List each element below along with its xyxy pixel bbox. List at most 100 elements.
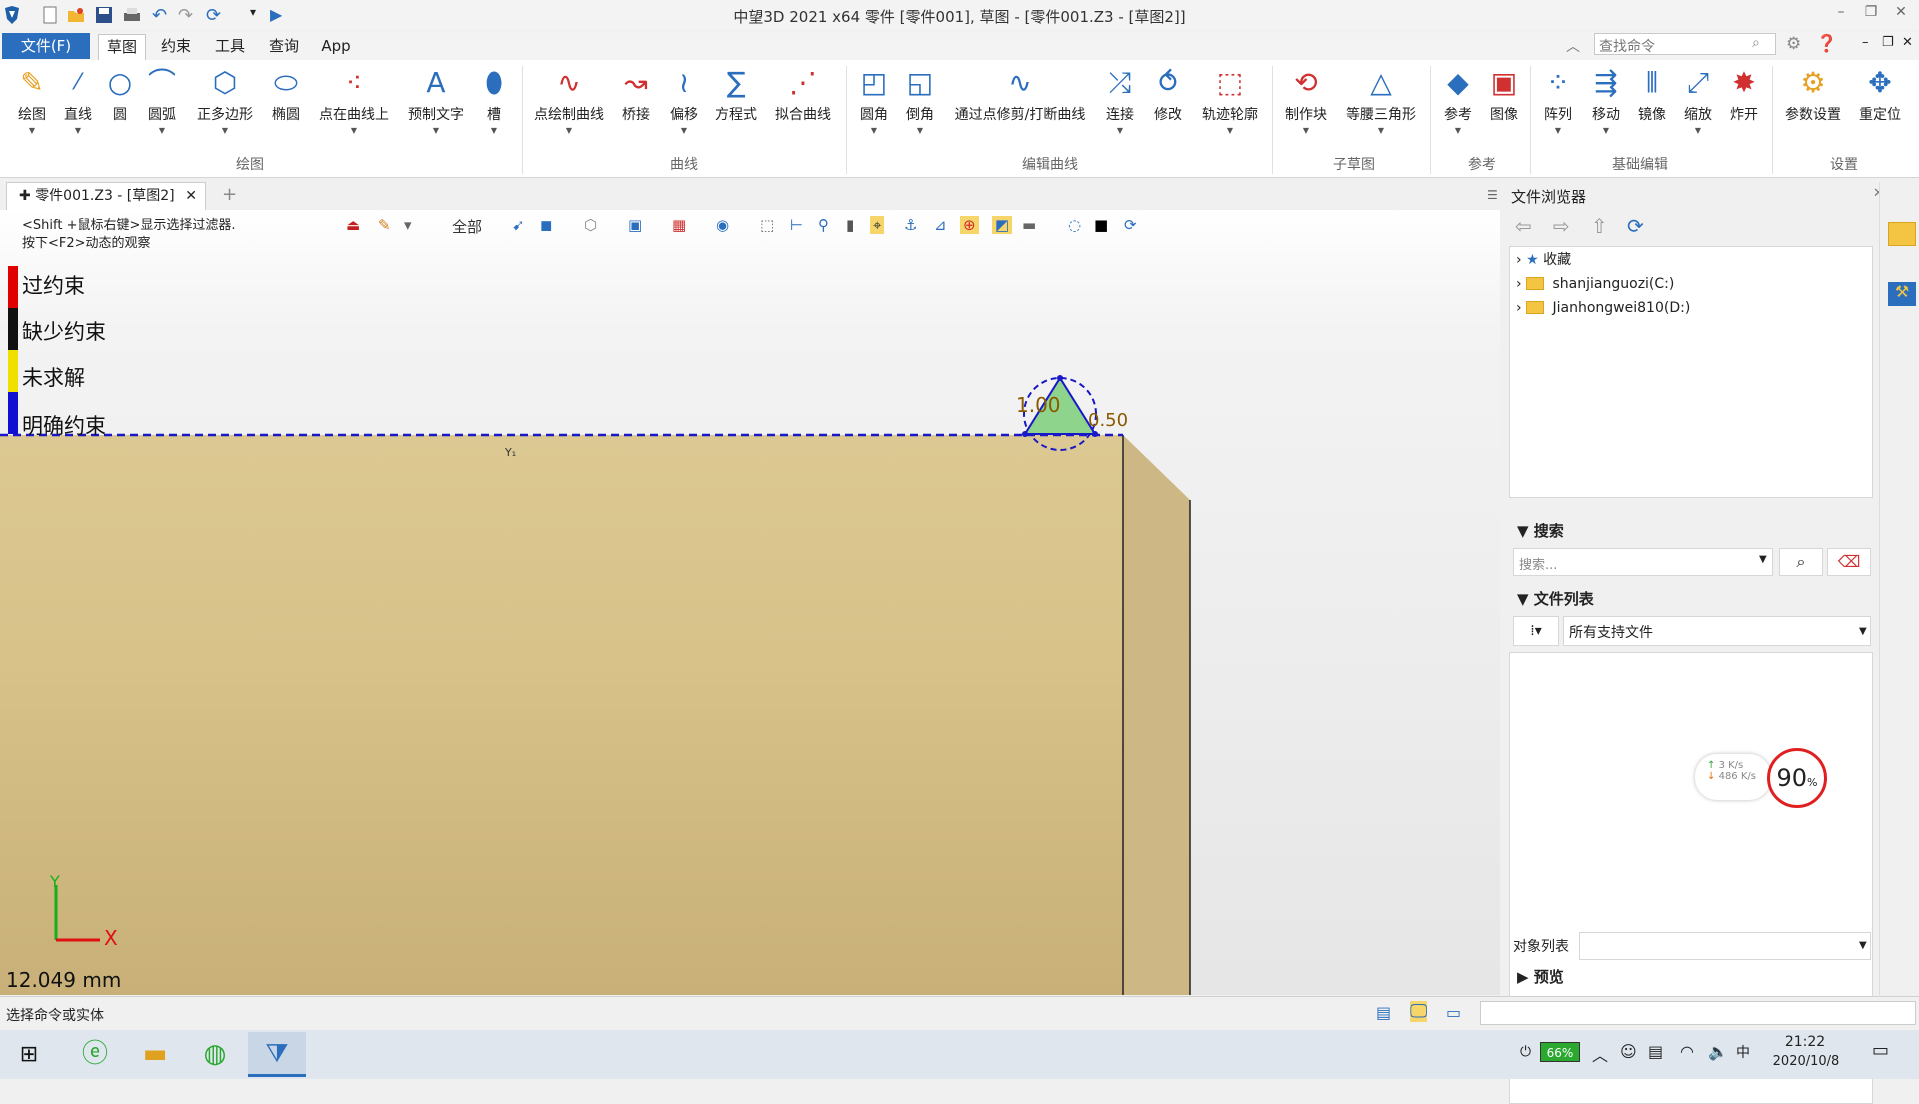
tab-tools[interactable]: 工具 (206, 34, 254, 60)
wifi-icon[interactable]: ◠ (1680, 1042, 1694, 1061)
chamfer-button[interactable]: ◱ 倒角 ▼ (898, 66, 942, 135)
fillet-button[interactable]: ◰ 圆角 ▼ (852, 66, 896, 135)
collapse-ribbon-icon[interactable]: ︿ (1566, 36, 1580, 56)
filter-dropdown-icon[interactable]: ▼ (1859, 626, 1867, 637)
minimize-button[interactable]: – (1830, 4, 1852, 24)
search-icon[interactable]: ⌕ (1779, 548, 1823, 576)
volume-icon[interactable]: 🔈 (1708, 1042, 1728, 1061)
up-icon[interactable]: ⇧ (1591, 214, 1608, 238)
tools-icon[interactable]: ⚒ (1888, 282, 1916, 306)
equation-button[interactable]: ∑ 方程式 (710, 66, 762, 124)
search-icon[interactable]: ⌕ (1752, 35, 1760, 51)
close-tab-icon[interactable]: ✕ (185, 183, 197, 209)
notification-icon[interactable]: ▭ (1872, 1040, 1889, 1061)
file-menu[interactable]: 文件(F) (2, 33, 90, 59)
window-icon[interactable]: ▭ (1446, 1003, 1461, 1022)
sketch-canvas[interactable]: Y₁ (0, 210, 1500, 995)
tree-item-drive-d[interactable]: › Jianhongwei810(D:) (1516, 297, 1690, 319)
slot-icon: ⬮ (485, 66, 503, 99)
folder-icon[interactable] (1888, 222, 1916, 246)
ribbon-close-button[interactable]: ✕ (1902, 35, 1913, 50)
join-button[interactable]: ⤮ 连接 ▼ (1098, 66, 1142, 135)
ribbon-minimize-button[interactable]: – (1862, 35, 1869, 50)
point-spline-button[interactable]: ∿ 点绘制曲线 ▼ (528, 66, 610, 135)
refresh-icon[interactable]: ⟳ (1627, 214, 1644, 238)
tab-query[interactable]: 查询 (260, 34, 308, 60)
preset-text-button[interactable]: A 预制文字 ▼ (400, 66, 472, 135)
file-type-filter-select[interactable]: 所有支持文件 (1563, 616, 1871, 646)
layout-icon[interactable]: ▤ (1376, 1003, 1391, 1022)
explode-button[interactable]: ✸ 炸开 (1722, 66, 1766, 124)
zw3d-taskbar-icon[interactable]: ⧩ (248, 1032, 306, 1077)
search-section-header[interactable]: ▼ 搜索 (1511, 518, 1873, 544)
clock-date[interactable]: 2020/10/8 (1764, 1054, 1848, 1069)
dimension-label-b[interactable]: 0.50 (1088, 410, 1128, 431)
command-search-input[interactable]: 查找命令 (1594, 33, 1776, 55)
trim-break-button[interactable]: ∿ 通过点修剪/打断曲线 (948, 66, 1092, 124)
gear-icon[interactable]: ⚙ (1786, 34, 1801, 54)
modify-button[interactable]: ⥀ 修改 (1146, 66, 1190, 124)
draw-button[interactable]: ✎ 绘图 ▼ (8, 66, 56, 135)
tree-item-favorites[interactable]: › ★ 收藏 (1516, 249, 1571, 271)
fit-curve-button[interactable]: ⋰ 拟合曲线 (768, 66, 838, 124)
ellipse-button[interactable]: ⬭ 椭圆 (264, 66, 308, 124)
help-icon[interactable]: ❓ (1816, 34, 1837, 54)
preview-section-header[interactable]: ▶ 预览 (1511, 964, 1873, 990)
expand-icon[interactable]: › (1516, 252, 1522, 268)
file-list-section-header[interactable]: ▼ 文件列表 (1511, 586, 1873, 612)
forward-icon[interactable]: ⇨ (1553, 214, 1570, 238)
move-button[interactable]: ⇶ 移动 ▼ (1584, 66, 1628, 135)
circle-button[interactable]: ○ 圆 (100, 66, 140, 124)
bridge-button[interactable]: ↝ 桥接 (614, 66, 658, 124)
expand-icon[interactable]: › (1516, 276, 1522, 292)
tree-item-drive-c[interactable]: › shanjianguozi(C:) (1516, 273, 1674, 295)
image-button[interactable]: ▣ 图像 (1482, 66, 1526, 124)
point-on-curve-button[interactable]: ⁖ 点在曲线上 ▼ (312, 66, 396, 135)
ribbon-restore-button[interactable]: ❐ (1882, 35, 1894, 50)
isosceles-triangle-button[interactable]: △ 等腰三角形 ▼ (1338, 66, 1424, 135)
tray-expand-icon[interactable]: ︿ (1592, 1042, 1608, 1066)
file-explorer-icon[interactable]: ▬ (126, 1032, 184, 1077)
make-block-button[interactable]: ⟲ 制作块 ▼ (1278, 66, 1334, 135)
pattern-button[interactable]: ⁘ 阵列 ▼ (1536, 66, 1580, 135)
close-button[interactable]: ✕ (1890, 4, 1912, 24)
status-input[interactable] (1480, 1001, 1916, 1025)
network-icon[interactable]: ▤ (1648, 1042, 1663, 1061)
battery-indicator[interactable]: 66% (1540, 1042, 1580, 1062)
offset-button[interactable]: ≀ 偏移 ▼ (662, 66, 706, 135)
object-list-select[interactable] (1579, 932, 1871, 960)
parameter-settings-button[interactable]: ⚙ 参数设置 (1778, 66, 1848, 124)
user-icon[interactable]: ☺ (1620, 1042, 1637, 1061)
line-button[interactable]: ⁄ 直线 ▼ (56, 66, 100, 135)
ime-icon[interactable]: 中 (1736, 1042, 1750, 1062)
expand-icon[interactable]: › (1516, 300, 1522, 316)
slot-button[interactable]: ⬮ 槽 ▼ (476, 66, 512, 135)
polygon-button[interactable]: ⬡ 正多边形 ▼ (190, 66, 260, 135)
reference-button[interactable]: ◆ 参考 ▼ (1436, 66, 1480, 135)
tab-sketch[interactable]: 草图 (98, 34, 146, 60)
wechat-icon[interactable]: ◍ (186, 1032, 244, 1077)
monitor-icon[interactable]: 🖵 (1410, 1001, 1428, 1022)
object-list-dropdown-icon[interactable]: ▼ (1859, 940, 1867, 951)
dimension-label-a[interactable]: 1.00 (1016, 393, 1061, 417)
arc-button[interactable]: ⌒ 圆弧 ▼ (140, 66, 184, 135)
tab-constraint[interactable]: 约束 (152, 34, 200, 60)
browser-icon[interactable]: ⓔ (66, 1032, 124, 1077)
clear-search-icon[interactable]: ⌫ (1827, 548, 1871, 576)
relocate-button[interactable]: ✥ 重定位 (1850, 66, 1910, 124)
scale-button[interactable]: ⤢ 缩放 ▼ (1676, 66, 1720, 135)
new-tab-icon[interactable]: + (222, 184, 237, 205)
trace-profile-button[interactable]: ⬚ 轨迹轮廓 ▼ (1194, 66, 1266, 135)
view-mode-icon[interactable]: ⁞▾ (1513, 616, 1559, 646)
restore-button[interactable]: ❐ (1860, 4, 1882, 24)
panel-menu-icon[interactable]: ☰ (1487, 188, 1498, 202)
start-windows-icon[interactable]: ⊞ (0, 1032, 58, 1077)
tab-app[interactable]: App (314, 34, 358, 60)
browser-search-input[interactable]: 搜索... (1513, 548, 1773, 576)
document-tab[interactable]: ✚ 零件001.Z3 - [草图2] ✕ (6, 182, 206, 210)
3d-viewport[interactable]: <Shift +鼠标右键>显示选择过滤器. 按下<F2>动态的观察 ⏏ ✎ ▾ … (0, 210, 1500, 995)
search-dropdown-icon[interactable]: ▼ (1759, 554, 1767, 565)
back-icon[interactable]: ⇦ (1515, 214, 1532, 238)
mirror-button[interactable]: ⫴ 镜像 (1630, 66, 1674, 124)
clock-time[interactable]: 21:22 (1770, 1034, 1840, 1050)
